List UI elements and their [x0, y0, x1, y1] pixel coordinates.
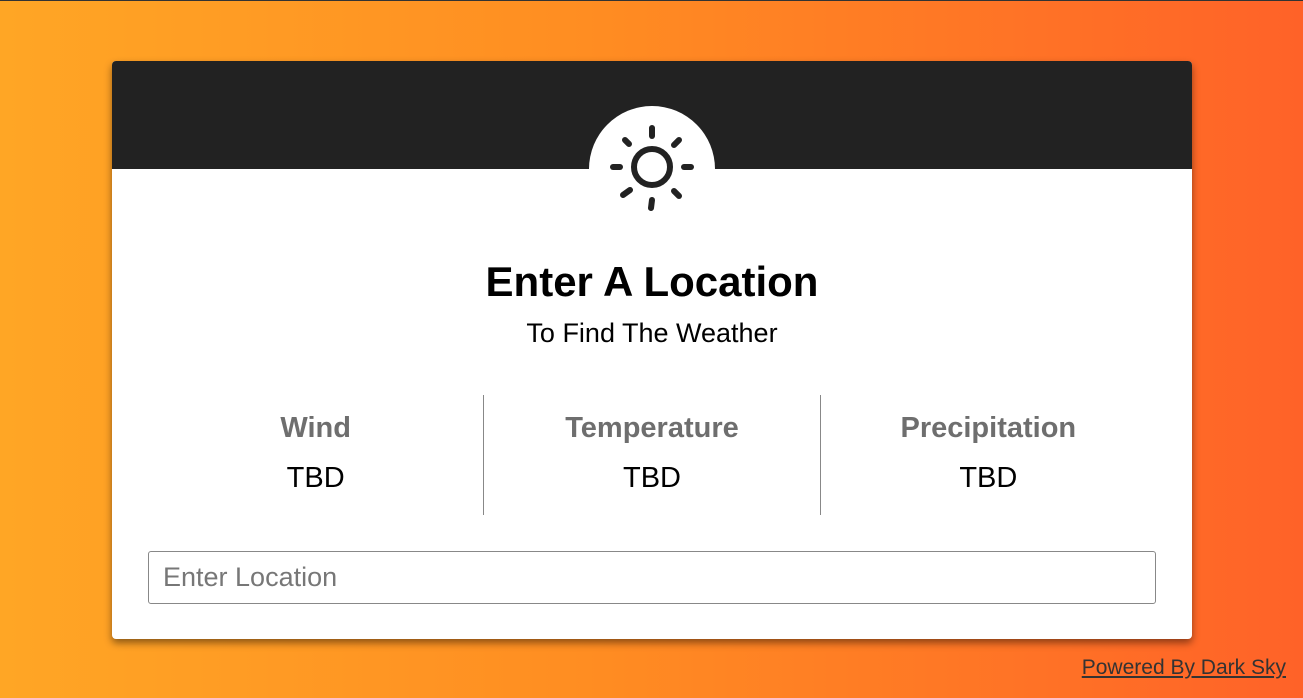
stat-value: TBD — [622, 462, 681, 494]
stat-precipitation: Precipitation TBD — [819, 395, 1156, 515]
sun-icon — [610, 125, 694, 211]
stat-wind: Wind TBD — [148, 395, 483, 515]
weather-card: Enter A Location To Find The Weather Win… — [112, 61, 1192, 639]
stat-temperature: Temperature TBD — [483, 395, 819, 515]
powered-by-link[interactable]: Powered By Dark Sky — [1082, 655, 1286, 681]
weather-icon-badge — [589, 106, 715, 232]
page-subtitle: To Find The Weather — [526, 318, 778, 348]
stat-label: Precipitation — [900, 412, 1077, 444]
weather-stats: Wind TBD Temperature TBD Precipitation T… — [148, 395, 1156, 515]
location-input[interactable] — [148, 551, 1156, 604]
stat-label: Wind — [280, 412, 351, 444]
stat-value: TBD — [286, 462, 345, 494]
page-title: Enter A Location — [485, 258, 819, 305]
stat-value: TBD — [959, 462, 1018, 494]
stat-label: Temperature — [565, 412, 739, 444]
